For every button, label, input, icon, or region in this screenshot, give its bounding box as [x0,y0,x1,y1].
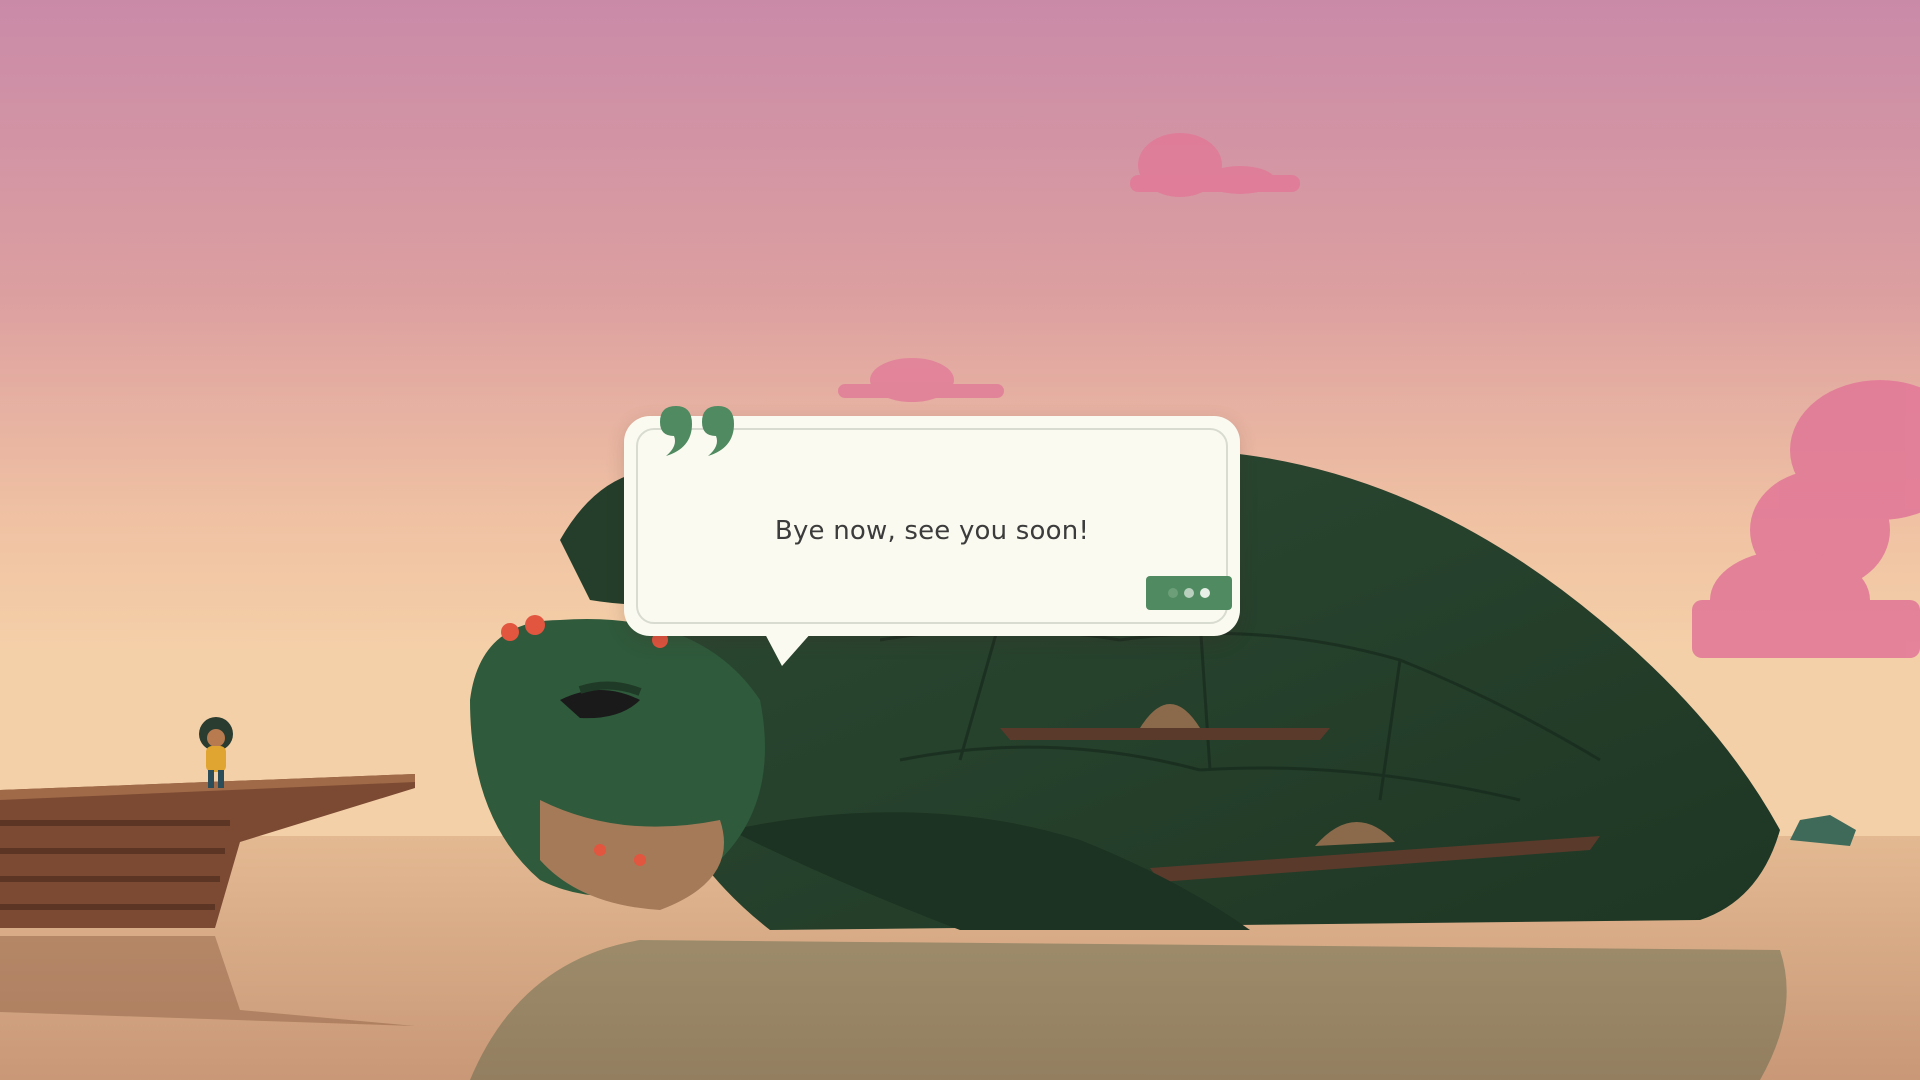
turtle-reflection [470,940,1787,1080]
dialog-tail [764,632,812,666]
continue-button[interactable] [1146,576,1232,610]
dialog-text: Bye now, see you soon! [774,516,1090,546]
ellipsis-dot-2 [1184,588,1194,598]
dialog-box: Bye now, see you soon! [624,406,1240,666]
game-scene: Bye now, see you soon! [0,0,1920,1080]
ellipsis-dot-3 [1200,588,1210,598]
quote-mark-icon [660,406,734,456]
ellipsis-dots-icon [1168,588,1178,598]
